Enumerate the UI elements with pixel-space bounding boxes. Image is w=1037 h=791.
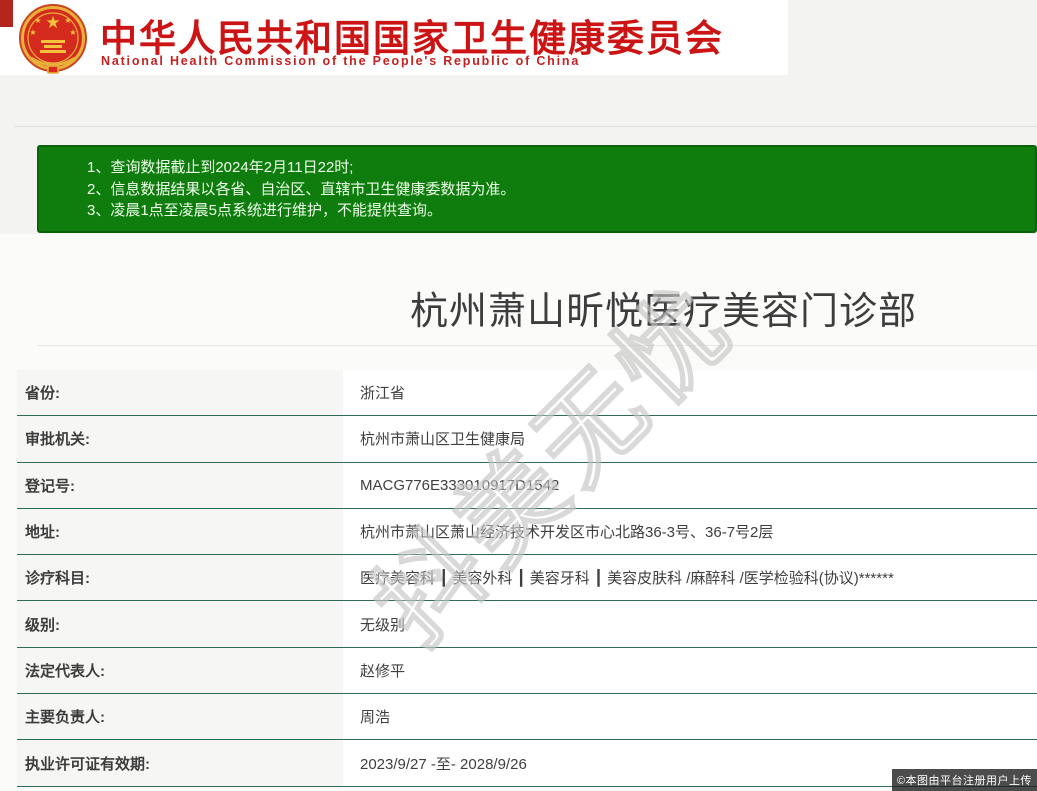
svg-text:★: ★ bbox=[29, 28, 36, 37]
table-row: 级别: 无级别 bbox=[17, 601, 1037, 648]
table-row: 执业许可证有效期: 2023/9/27 -至- 2028/9/26 bbox=[17, 740, 1037, 787]
notice-line: 2、信息数据结果以各省、自治区、直辖市卫生健康委数据为准。 bbox=[87, 180, 516, 198]
row-label: 登记号: bbox=[17, 462, 343, 508]
top-divider bbox=[15, 126, 1037, 127]
china-national-emblem-icon: ★ ★ ★ ★ ★ bbox=[17, 2, 89, 76]
table-row: 登记号: MACG776E333010917D1542 bbox=[17, 462, 1037, 509]
row-value: MACG776E333010917D1542 bbox=[343, 462, 1037, 508]
svg-text:★: ★ bbox=[45, 13, 60, 32]
table-row: 省份: 浙江省 bbox=[17, 370, 1037, 417]
page-title: 杭州萧山昕悦医疗美容门诊部 bbox=[410, 291, 918, 333]
site-header: ★ ★ ★ ★ ★ 中华人民共和国国家卫生健康委员会 National Heal… bbox=[0, 0, 788, 75]
row-label: 法定代表人: bbox=[17, 647, 343, 694]
record-table: 省份: 浙江省 审批机关: 杭州市萧山区卫生健康局 登记号: MACG776E3… bbox=[0, 370, 1037, 787]
row-label: 省份: bbox=[17, 370, 343, 416]
header-title-en: National Health Commission of the People… bbox=[101, 54, 581, 68]
svg-text:★: ★ bbox=[69, 28, 76, 37]
corner-red-fragment bbox=[0, 0, 13, 27]
row-label: 审批机关: bbox=[17, 416, 343, 462]
copyright-badge: ©本图由平台注册用户上传 bbox=[891, 769, 1037, 791]
row-value: 赵修平 bbox=[343, 647, 1037, 694]
table-row: 诊疗科目: 医疗美容科 ┃ 美容外科 ┃ 美容牙科 ┃ 美容皮肤科 /麻醉科 /… bbox=[17, 555, 1037, 602]
title-underline bbox=[37, 345, 1037, 346]
row-label: 级别: bbox=[17, 601, 343, 647]
row-label: 主要负责人: bbox=[17, 694, 343, 740]
table-row: 地址: 杭州市萧山区萧山经济技术开发区市心北路36-3号、36-7号2层 bbox=[17, 508, 1037, 556]
row-value: 杭州市萧山区萧山经济技术开发区市心北路36-3号、36-7号2层 bbox=[343, 508, 1037, 555]
row-value: 周浩 bbox=[343, 694, 1037, 740]
table-row: 审批机关: 杭州市萧山区卫生健康局 bbox=[17, 416, 1037, 463]
row-label: 地址: bbox=[17, 508, 343, 555]
row-value: 杭州市萧山区卫生健康局 bbox=[343, 416, 1037, 462]
notice-box: 1、查询数据截止到2024年2月11日22时; 2、信息数据结果以各省、自治区、… bbox=[37, 145, 1037, 233]
svg-text:★: ★ bbox=[64, 16, 71, 25]
row-label: 执业许可证有效期: bbox=[17, 740, 343, 786]
notice-line: 1、查询数据截止到2024年2月11日22时; bbox=[87, 159, 354, 176]
row-value: 无级别 bbox=[343, 601, 1037, 647]
row-label: 诊疗科目: bbox=[17, 555, 343, 601]
row-value: 浙江省 bbox=[343, 370, 1037, 416]
table-row: 法定代表人: 赵修平 bbox=[17, 647, 1037, 695]
svg-text:★: ★ bbox=[34, 16, 41, 25]
row-value: 医疗美容科 ┃ 美容外科 ┃ 美容牙科 ┃ 美容皮肤科 /麻醉科 /医学检验科(… bbox=[343, 555, 1037, 601]
table-row: 主要负责人: 周浩 bbox=[17, 694, 1037, 741]
notice-line: 3、凌晨1点至凌晨5点系统进行维护，不能提供查询。 bbox=[87, 202, 443, 219]
